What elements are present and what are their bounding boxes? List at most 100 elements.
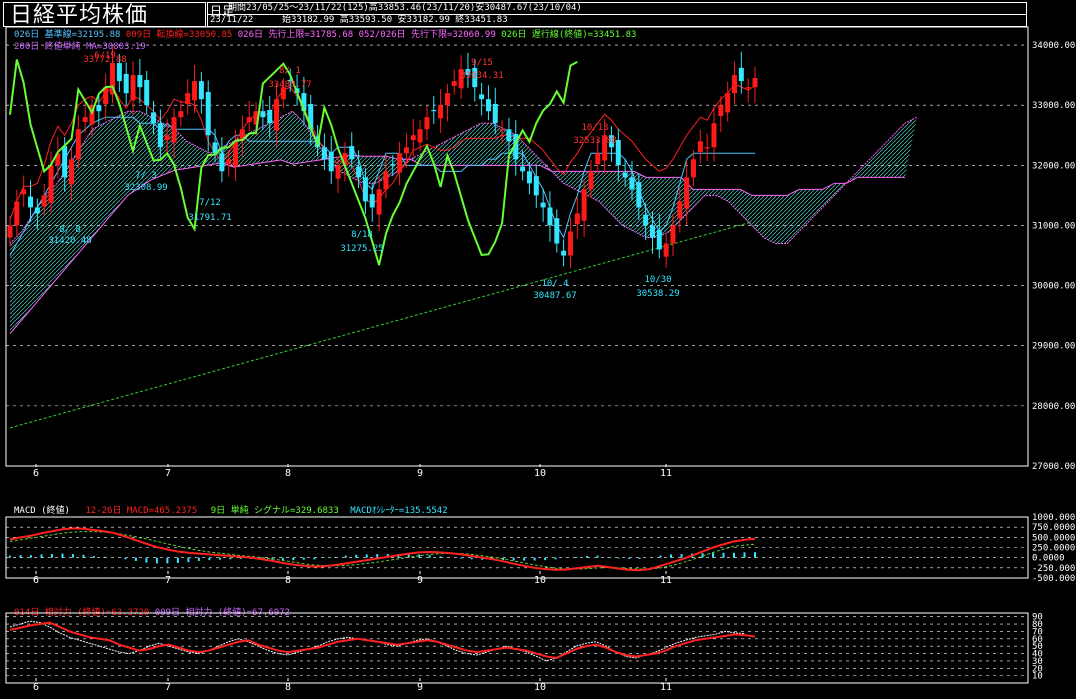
candle-body <box>711 123 717 148</box>
candle-body <box>362 177 368 202</box>
candle-body <box>649 225 655 238</box>
candle-body <box>690 159 696 178</box>
x-tick-label: 8 <box>285 468 291 479</box>
candle-body <box>335 165 341 179</box>
y-tick-label: -500.0000 <box>1032 574 1076 584</box>
candle-body <box>157 123 163 148</box>
annotation-date: 9/15 <box>471 58 493 68</box>
candle-body <box>34 207 40 214</box>
candle-body <box>130 75 136 101</box>
candle-body <box>226 159 232 165</box>
candle-body <box>738 67 744 82</box>
candle-body <box>14 201 20 226</box>
annotation-value: 33488.77 <box>268 80 311 90</box>
candle-body <box>7 225 13 238</box>
y-tick-label: 500.0000 <box>1032 533 1075 543</box>
candle-body <box>328 152 334 172</box>
y-tick-label: 31000.00 <box>1032 221 1075 231</box>
x-tick-label: 8 <box>285 575 291 586</box>
candle-body <box>321 147 327 160</box>
candle-body <box>260 111 266 118</box>
candle-body <box>28 196 34 208</box>
candle-body <box>745 87 751 89</box>
candle-body <box>561 250 567 256</box>
ichimoku-cloud <box>10 111 917 334</box>
x-tick-label: 7 <box>165 575 171 586</box>
candle-body <box>410 135 416 141</box>
annotation-value: 32533.08 <box>573 136 616 146</box>
y-tick-label: 10 <box>1032 672 1043 682</box>
annotation-value: 31420.48 <box>48 236 91 246</box>
candle-body <box>75 129 81 160</box>
candle-body <box>499 129 505 131</box>
candle-body <box>390 164 396 166</box>
candle-body <box>438 105 444 119</box>
candle-body <box>383 171 389 190</box>
candle-body <box>192 81 198 101</box>
x-tick-label: 9 <box>417 682 423 693</box>
candle-body <box>205 91 211 136</box>
candle-body <box>492 103 498 124</box>
candle-body <box>520 166 526 172</box>
candle-body <box>274 99 280 131</box>
y-tick-label: -250.0000 <box>1032 564 1076 574</box>
candle-body <box>697 141 703 153</box>
chart-canvas: 6 7 8 9 10 11 6 7 8 9 10 11 6 7 8 9 10 11 34000.00 33000.00… <box>5 26 1076 693</box>
candle-body <box>506 129 512 142</box>
y-tick-label: 32000.00 <box>1032 161 1075 171</box>
candle-body <box>21 189 27 195</box>
candle-body <box>233 141 239 167</box>
candle-body <box>219 153 225 172</box>
candle-body <box>684 177 690 209</box>
candle-body <box>417 129 423 143</box>
candle-body <box>567 231 573 256</box>
candle-body <box>725 93 731 113</box>
candle-body <box>198 81 204 100</box>
annotation-date: 7/12 <box>199 198 221 208</box>
candle-body <box>731 75 737 94</box>
candle-body <box>246 117 252 123</box>
y-tick-label: 29000.00 <box>1032 342 1075 352</box>
candle-body <box>178 111 184 118</box>
candle-body <box>164 135 170 141</box>
candle-body <box>267 109 273 124</box>
x-tick-label: 6 <box>33 682 39 693</box>
x-tick-label: 9 <box>417 575 423 586</box>
candle-body <box>540 202 546 208</box>
candle-body <box>622 172 628 178</box>
candle-body <box>451 81 457 86</box>
macd-line <box>9 527 756 572</box>
candle-body <box>69 159 75 185</box>
y-tick-label: 250.0000 <box>1032 544 1075 554</box>
y-tick-label: 27000.00 <box>1032 462 1075 472</box>
x-tick-label: 7 <box>165 468 171 479</box>
candle-body <box>376 189 382 215</box>
candle-body <box>485 99 491 112</box>
panel-frame <box>5 612 1029 684</box>
candle-body <box>48 165 54 203</box>
x-tick-label: 11 <box>660 575 672 586</box>
candle-body <box>349 146 355 160</box>
annotation-value: 30487.67 <box>533 291 576 301</box>
candle-body <box>444 93 450 106</box>
candle-body <box>636 182 642 208</box>
candle-body <box>171 117 177 143</box>
annotation-date: 10/13 <box>581 123 608 133</box>
candle-body <box>397 153 403 173</box>
candle-body <box>629 177 635 190</box>
x-tick-label: 10 <box>534 468 546 479</box>
x-tick-label: 11 <box>660 682 672 693</box>
annotation-date: 7/ 3 <box>135 171 157 181</box>
x-tick-label: 8 <box>285 682 291 693</box>
y-tick-label: 28000.00 <box>1032 402 1075 412</box>
candle-body <box>431 109 437 112</box>
candle-body <box>704 147 710 149</box>
candle-body <box>137 75 143 88</box>
candle-body <box>533 176 539 196</box>
annotation-value: 31275.25 <box>340 244 383 254</box>
annotation-value: 31791.71 <box>188 213 231 223</box>
y-tick-label: 750.0000 <box>1032 523 1075 533</box>
x-tick-label: 10 <box>534 682 546 693</box>
annotation-value: 33634.31 <box>460 71 503 81</box>
candle-body <box>41 195 47 207</box>
